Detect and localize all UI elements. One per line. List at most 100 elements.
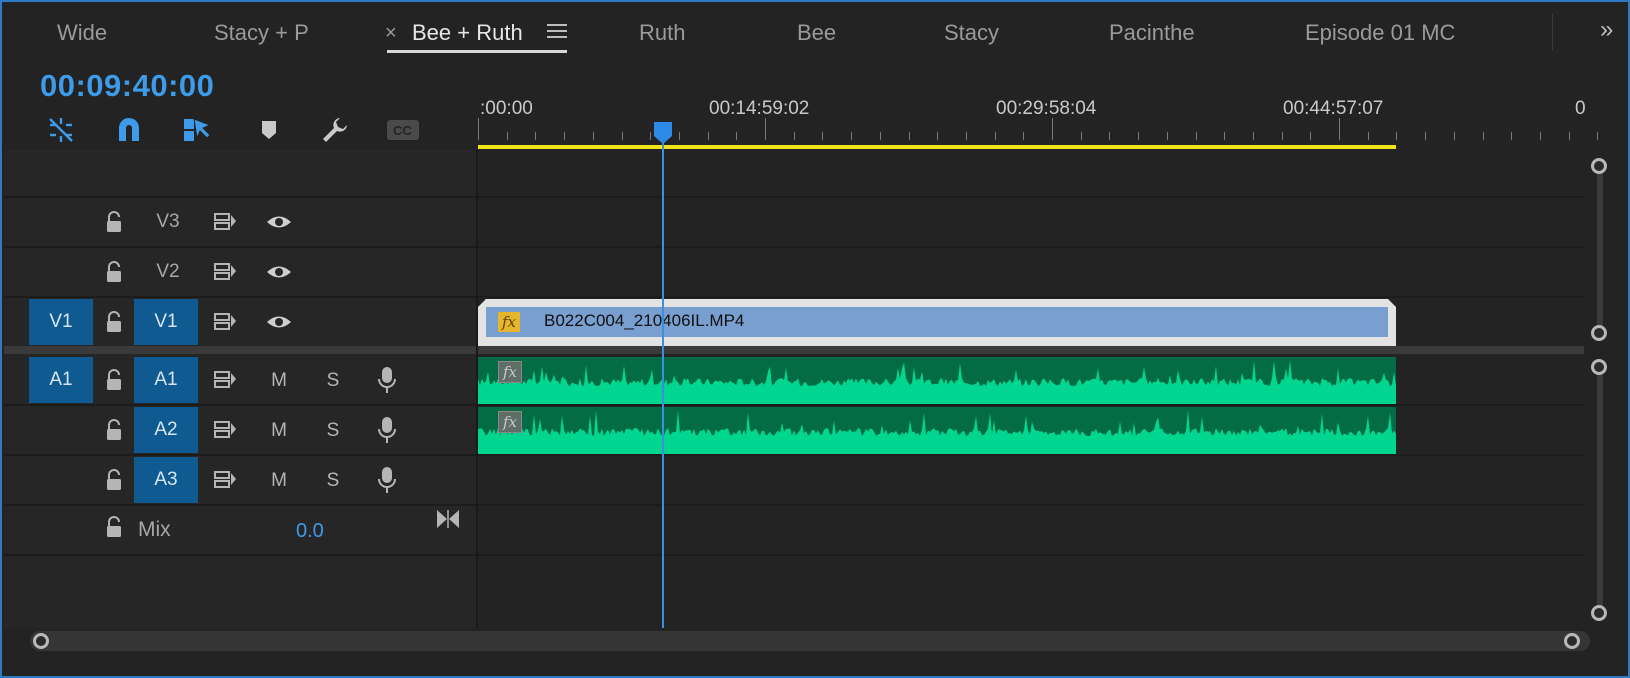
audio-clip-a2[interactable]: fx	[478, 407, 1396, 454]
track-separator	[4, 296, 1584, 298]
timeline-panel: Wide Stacy + P × Bee + Ruth Ruth Bee Sta…	[0, 0, 1630, 678]
video-audio-divider[interactable]	[4, 346, 1584, 354]
tab-ruth[interactable]: Ruth	[639, 18, 685, 48]
tab-menu-icon[interactable]	[547, 20, 567, 40]
sync-lock-icon[interactable]	[212, 209, 238, 235]
timeline-settings-wrench-icon[interactable]	[320, 115, 350, 145]
ruler-tick	[1511, 132, 1513, 140]
ruler-tick	[678, 132, 680, 140]
ruler-tick	[1310, 132, 1312, 140]
track-row-v3: V3	[4, 198, 476, 246]
mix-collapse-icon[interactable]	[435, 506, 461, 532]
track-target-a2[interactable]: A2	[134, 407, 198, 453]
ruler-tick	[937, 132, 939, 140]
ruler-tick	[506, 132, 508, 140]
mute-button-a2[interactable]: M	[264, 420, 294, 442]
scroll-handle[interactable]	[1591, 359, 1607, 375]
ruler-label: 00:29:58:04	[996, 98, 1097, 119]
lock-icon[interactable]	[101, 259, 127, 285]
ruler-label: :00:00	[480, 98, 533, 119]
lock-icon[interactable]	[101, 514, 127, 540]
linked-selection-icon[interactable]	[182, 115, 212, 145]
voiceover-record-mic-icon[interactable]	[374, 415, 400, 443]
ruler-tick	[1052, 118, 1053, 140]
track-separator	[4, 554, 1584, 556]
tab-episode-01-mc[interactable]: Episode 01 MC	[1305, 18, 1455, 48]
fx-badge[interactable]: fx	[498, 361, 522, 383]
audio-waveform	[478, 410, 1396, 454]
sync-lock-icon[interactable]	[212, 309, 238, 335]
video-clip[interactable]: fx B022C004_210406IL.MP4	[478, 299, 1396, 346]
fx-badge[interactable]: fx	[498, 312, 520, 332]
ruler-tick	[1023, 132, 1025, 140]
mix-volume-value[interactable]: 0.0	[296, 520, 324, 543]
ruler-tick	[765, 118, 766, 140]
snap-magnet-icon[interactable]	[114, 115, 144, 145]
tab-close-button[interactable]: ×	[385, 22, 397, 45]
tab-overflow-icon[interactable]: »	[1600, 16, 1613, 44]
solo-button-a2[interactable]: S	[318, 420, 348, 442]
nest-sequence-icon[interactable]	[46, 115, 76, 145]
lock-icon[interactable]	[101, 367, 127, 393]
playhead-timecode[interactable]: 00:09:40:00	[40, 68, 214, 104]
zoom-handle-right[interactable]	[1564, 633, 1580, 649]
ruler-tick	[1367, 132, 1369, 140]
voiceover-record-mic-icon[interactable]	[374, 465, 400, 493]
audio-vertical-scrollbar[interactable]	[1597, 364, 1603, 616]
scroll-handle[interactable]	[1591, 158, 1607, 174]
track-target-a1[interactable]: A1	[134, 357, 198, 403]
playhead-line[interactable]	[662, 128, 664, 628]
ruler-tick	[1539, 132, 1541, 140]
sync-lock-icon[interactable]	[212, 367, 238, 393]
toggle-output-eye-icon[interactable]	[265, 309, 291, 335]
mute-button-a3[interactable]: M	[264, 470, 294, 492]
lock-icon[interactable]	[101, 467, 127, 493]
tab-stacy-p[interactable]: Stacy + P	[214, 18, 309, 48]
audio-clip-a1[interactable]: fx	[478, 357, 1396, 404]
track-target-v1[interactable]: V1	[134, 299, 198, 345]
ruler-tick	[908, 132, 910, 140]
tab-bee-ruth[interactable]: Bee + Ruth	[412, 18, 523, 48]
ruler-tick	[1252, 132, 1254, 140]
lock-icon[interactable]	[101, 209, 127, 235]
sync-lock-icon[interactable]	[212, 259, 238, 285]
audio-waveform	[478, 360, 1396, 404]
ruler-tick	[535, 132, 537, 140]
ruler-tick	[621, 132, 623, 140]
horizontal-zoom-scrollbar[interactable]	[30, 631, 1590, 651]
work-area-bar[interactable]	[478, 145, 1396, 149]
tab-bee[interactable]: Bee	[797, 18, 836, 48]
track-label-v2[interactable]: V2	[136, 249, 200, 295]
add-marker-icon[interactable]	[254, 115, 284, 145]
sync-lock-icon[interactable]	[212, 417, 238, 443]
time-ruler[interactable]: :00:00 00:14:59:02 00:29:58:04 00:44:57:…	[478, 92, 1599, 150]
tab-wide[interactable]: Wide	[57, 18, 107, 48]
source-patch-v1[interactable]: V1	[29, 299, 93, 345]
tab-pacinthe[interactable]: Pacinthe	[1109, 18, 1195, 48]
fx-badge[interactable]: fx	[498, 411, 522, 433]
zoom-handle-left[interactable]	[33, 633, 49, 649]
toggle-output-eye-icon[interactable]	[265, 259, 291, 285]
track-target-a3[interactable]: A3	[134, 457, 198, 503]
voiceover-record-mic-icon[interactable]	[374, 365, 400, 393]
solo-button-a1[interactable]: S	[318, 370, 348, 392]
captions-cc-icon[interactable]: CC	[386, 115, 420, 145]
ruler-tick	[564, 132, 566, 140]
lock-icon[interactable]	[101, 417, 127, 443]
toggle-output-eye-icon[interactable]	[265, 209, 291, 235]
video-vertical-scrollbar[interactable]	[1597, 160, 1603, 332]
lock-icon[interactable]	[101, 309, 127, 335]
mute-button-a1[interactable]: M	[264, 370, 294, 392]
track-label-v3[interactable]: V3	[136, 199, 200, 245]
ruler-tick	[707, 132, 709, 140]
sync-lock-icon[interactable]	[212, 467, 238, 493]
tab-stacy[interactable]: Stacy	[944, 18, 999, 48]
scroll-handle[interactable]	[1591, 325, 1607, 341]
source-patch-a1[interactable]: A1	[29, 357, 93, 403]
waveform-path	[478, 360, 1396, 404]
track-separator	[4, 404, 1584, 406]
playhead-handle[interactable]	[652, 122, 674, 144]
scroll-handle[interactable]	[1591, 605, 1607, 621]
solo-button-a3[interactable]: S	[318, 470, 348, 492]
video-clip-name: B022C004_210406IL.MP4	[544, 311, 745, 330]
